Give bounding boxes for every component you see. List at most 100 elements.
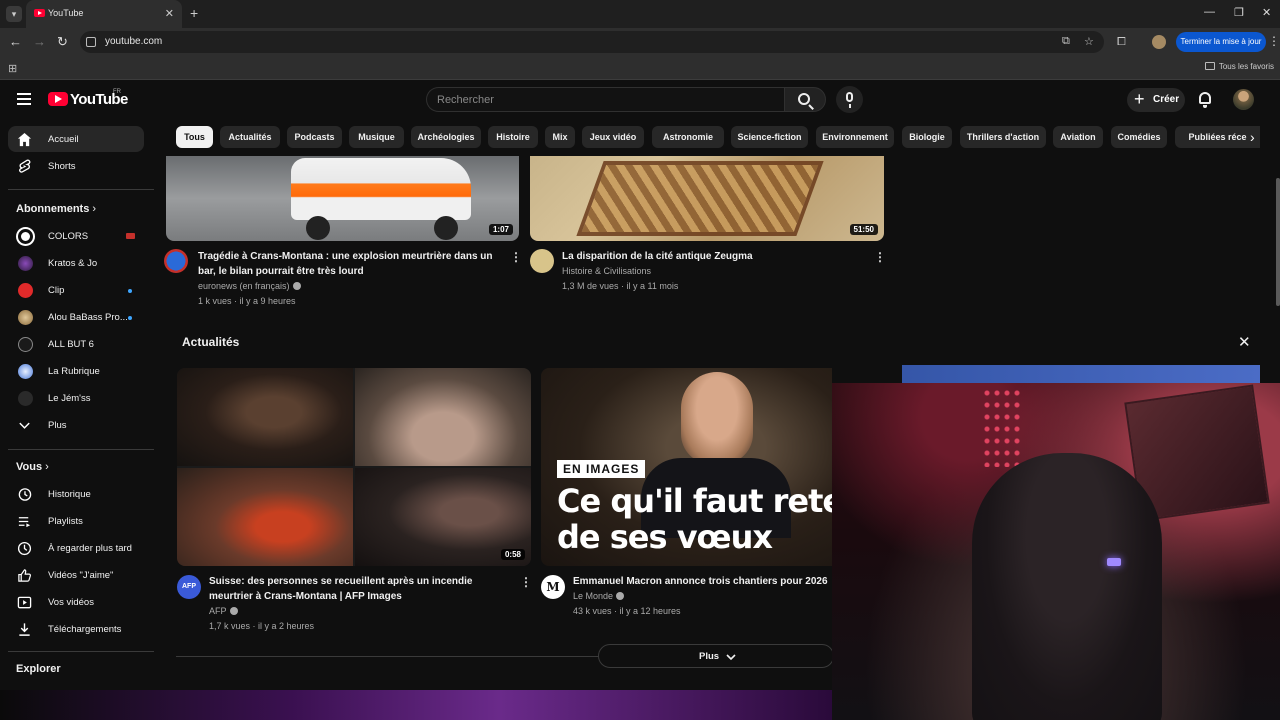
notifications-bell-icon[interactable]	[1199, 92, 1211, 108]
sidebar-item-kratos-jo[interactable]: Kratos & Jo	[8, 250, 144, 276]
sidebar-item-playlists[interactable]: Playlists	[8, 508, 144, 534]
create-button[interactable]: + Créer	[1127, 88, 1185, 112]
chip-all[interactable]: Tous	[176, 126, 213, 148]
extensions-icon[interactable]: ⧠	[1117, 36, 1126, 49]
sidebar-item-alou-babass[interactable]: Alou BaBass Pro...	[8, 304, 144, 330]
channel-avatar[interactable]	[164, 249, 188, 273]
chip-mix[interactable]: Mix	[545, 126, 575, 148]
sidebar-item-clip[interactable]: Clip	[8, 277, 144, 303]
video-thumbnail[interactable]: 1:07	[166, 156, 519, 241]
search-input[interactable]: Rechercher	[426, 87, 784, 112]
channel-name[interactable]: euronews (en français)	[198, 279, 301, 294]
channel-name[interactable]: AFP	[209, 604, 238, 619]
sidebar-item-colors[interactable]: COLORS	[8, 223, 144, 249]
sidebar-item-history[interactable]: Historique	[8, 481, 144, 507]
channel-avatar[interactable]: M	[541, 575, 565, 599]
page-scrollbar[interactable]	[1276, 178, 1280, 306]
video-thumbnail[interactable]: EN IMAGES Ce qu'il faut reter de ses vœux	[541, 368, 832, 566]
search-icon	[798, 93, 810, 105]
sidebar-item-le-jemss[interactable]: Le Jém'ss	[8, 385, 144, 411]
video-title[interactable]: Emmanuel Macron annonce trois chantiers …	[573, 574, 832, 589]
menu-icon[interactable]	[17, 93, 31, 105]
chip-video-games[interactable]: Jeux vidéo	[582, 126, 644, 148]
update-button[interactable]: Terminer la mise à jour	[1176, 32, 1266, 52]
chip-recently-published[interactable]: Publiées réce	[1175, 126, 1260, 148]
subscriptions-heading[interactable]: Abonnements ›	[16, 203, 96, 215]
tab-search-button[interactable]: ▾	[6, 6, 22, 22]
new-tab-button[interactable]: +	[190, 5, 198, 21]
sidebar-item-watch-later[interactable]: À regarder plus tard	[8, 535, 144, 561]
bookmark-star-icon[interactable]: ☆	[1084, 35, 1094, 48]
chip-aviation[interactable]: Aviation	[1053, 126, 1103, 148]
browser-tab[interactable]: YouTube ✕	[26, 0, 182, 28]
more-actions-icon[interactable]: ⋮	[520, 575, 532, 589]
sidebar-item-home[interactable]: Accueil	[8, 126, 144, 152]
chip-podcasts[interactable]: Podcasts	[287, 126, 342, 148]
sidebar-item-downloads[interactable]: Téléchargements	[8, 616, 144, 642]
sidebar-item-shorts[interactable]: Shorts	[8, 153, 144, 179]
sidebar-item-label: Kratos & Jo	[48, 258, 98, 269]
mic-icon	[846, 92, 853, 102]
tab-close-icon[interactable]: ✕	[165, 7, 174, 20]
reload-icon[interactable]: ↻	[57, 34, 68, 50]
sidebar-item-all-but-6[interactable]: ALL BUT 6	[8, 331, 144, 357]
tab-title: YouTube	[48, 8, 84, 18]
new-content-dot	[128, 316, 132, 320]
forward-icon[interactable]: →	[33, 34, 46, 49]
sidebar-divider	[8, 189, 154, 190]
close-icon[interactable]: ✕	[1238, 333, 1251, 351]
headset-light	[1107, 558, 1121, 566]
sidebar-item-la-rubrique[interactable]: La Rubrique	[8, 358, 144, 384]
more-actions-icon[interactable]: ⋮	[510, 250, 522, 264]
more-actions-icon[interactable]: ⋮	[874, 250, 886, 264]
bookmarks-bar: ⊞ Tous les favoris	[0, 56, 1280, 80]
subscriptions-heading-label: Abonnements	[16, 203, 90, 215]
chip-science-fiction[interactable]: Science-fiction	[731, 126, 808, 148]
window-close-icon[interactable]: ✕	[1262, 6, 1271, 19]
channel-avatar[interactable]	[530, 249, 554, 273]
thumbnail-headline: Ce qu'il faut reter de ses vœux	[557, 483, 832, 555]
apps-grid-icon[interactable]: ⊞	[8, 62, 17, 75]
channel-name[interactable]: Le Monde	[573, 589, 625, 604]
chip-biology[interactable]: Biologie	[902, 126, 952, 148]
chip-environment[interactable]: Environnement	[816, 126, 894, 148]
install-app-icon[interactable]: ⧉	[1062, 35, 1070, 48]
chip-action-thrillers[interactable]: Thrillers d'action	[960, 126, 1046, 148]
youtube-logo-icon[interactable]	[48, 92, 68, 106]
channel-name[interactable]: Histoire & Civilisations	[562, 264, 651, 279]
minimize-icon[interactable]: —	[1204, 6, 1215, 18]
video-thumbnail[interactable]: 0:58	[177, 368, 531, 566]
youtube-favicon-icon	[34, 9, 45, 17]
chip-music[interactable]: Musique	[349, 126, 404, 148]
chevron-right-icon[interactable]: ›	[1250, 129, 1255, 145]
sidebar-item-more[interactable]: Plus	[8, 412, 144, 438]
video-title[interactable]: Suisse: des personnes se recueillent apr…	[209, 574, 509, 604]
show-more-button[interactable]: Plus	[598, 644, 834, 668]
video-title[interactable]: Tragédie à Crans-Montana : une explosion…	[198, 249, 503, 279]
chip-history[interactable]: Histoire	[488, 126, 538, 148]
channel-avatar	[18, 310, 33, 325]
video-title-line: Suisse: des personnes se recueillent apr…	[209, 576, 473, 587]
chip-archaeology[interactable]: Archéologies	[411, 126, 481, 148]
you-heading[interactable]: Vous ›	[16, 461, 49, 473]
voice-search-button[interactable]	[836, 86, 863, 113]
address-bar[interactable]: youtube.com ⧉ ☆	[80, 31, 1104, 53]
all-bookmarks-button[interactable]: Tous les favoris	[1204, 62, 1274, 71]
search-button[interactable]	[784, 87, 826, 112]
browser-profile-avatar[interactable]	[1152, 35, 1166, 49]
chip-astronomy[interactable]: Astronomie	[652, 126, 724, 148]
sidebar-item-your-videos[interactable]: Vos vidéos	[8, 589, 144, 615]
video-title[interactable]: La disparition de la cité antique Zeugma	[562, 249, 867, 264]
thumbnail-panel	[177, 468, 353, 566]
restore-icon[interactable]: ❐	[1234, 6, 1244, 19]
chip-comedies[interactable]: Comédies	[1111, 126, 1167, 148]
video-thumbnail[interactable]: 51:50	[530, 156, 884, 241]
sidebar-item-liked-videos[interactable]: Vidéos "J'aime"	[8, 562, 144, 588]
url-text[interactable]: youtube.com	[105, 36, 162, 47]
channel-avatar[interactable]: AFP	[177, 575, 201, 599]
back-icon[interactable]: ←	[9, 34, 22, 49]
browser-menu-icon[interactable]: ⋮	[1268, 34, 1280, 48]
chip-news[interactable]: Actualités	[220, 126, 280, 148]
site-info-icon[interactable]	[86, 37, 96, 47]
user-avatar[interactable]	[1233, 89, 1254, 110]
